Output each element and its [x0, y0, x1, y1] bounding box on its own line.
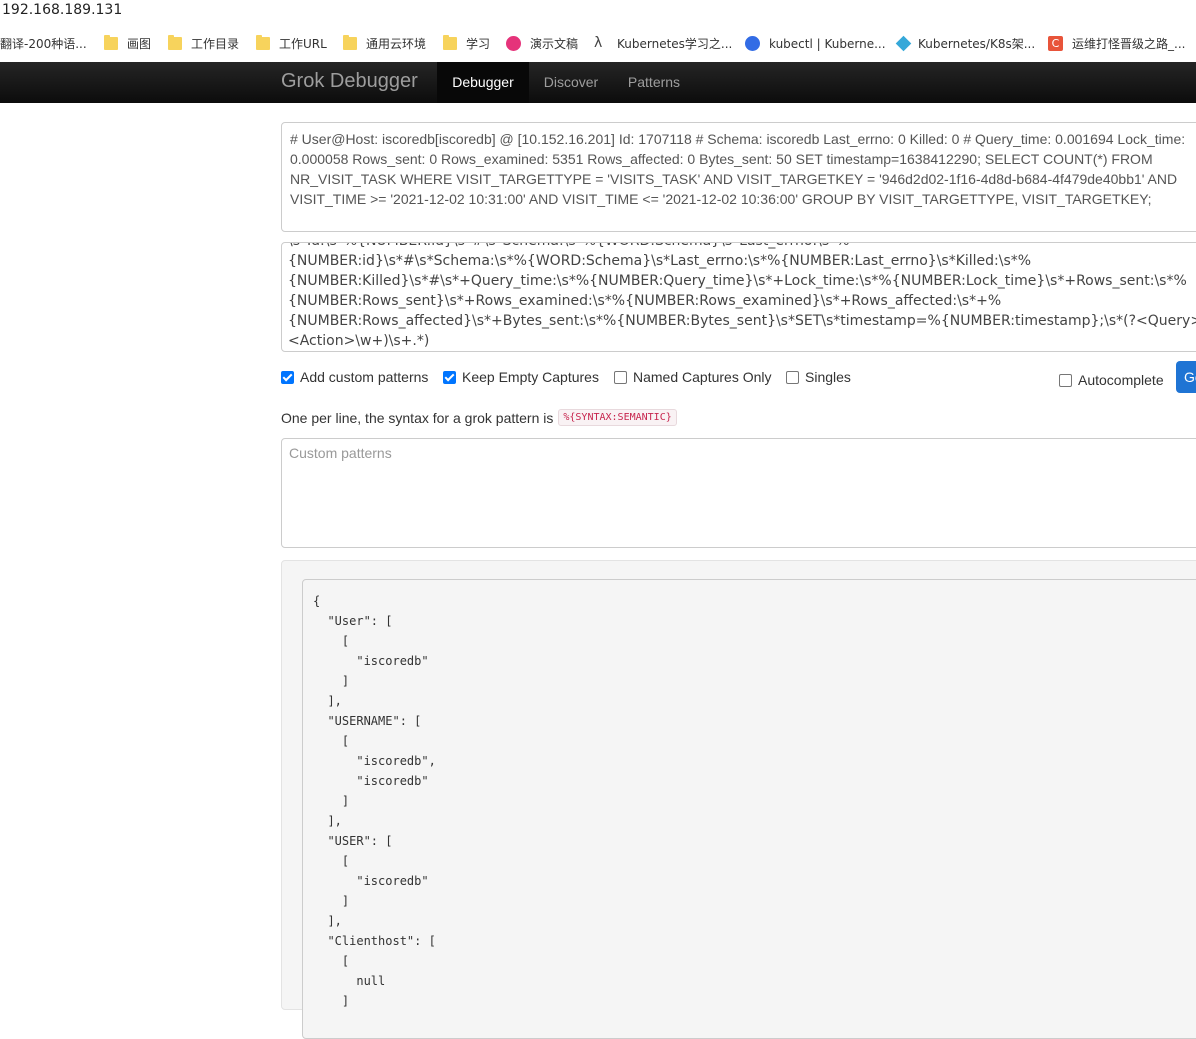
go-button[interactable]: Go — [1176, 361, 1196, 393]
tab-patterns[interactable]: Patterns — [613, 62, 695, 103]
add-custom-patterns-checkbox[interactable] — [281, 370, 294, 384]
brand-title[interactable]: Grok Debugger — [281, 70, 418, 93]
output-json: { "User": [ [ "iscoredb" ] ], "USERNAME"… — [302, 579, 1196, 1039]
keep-empty-captures-checkbox[interactable] — [443, 370, 456, 384]
bookmark-cloud-env[interactable]: 通用云环境 — [343, 25, 426, 62]
slides-icon — [506, 36, 521, 51]
pattern-line: {NUMBER:Rows_sent}\s*+Rows_examined:\s*%… — [288, 293, 1002, 309]
tab-debugger[interactable]: Debugger — [437, 62, 529, 103]
address-bar[interactable]: 192.168.189.131 — [0, 0, 1196, 25]
bookmark-work-url[interactable]: 工作URL — [256, 25, 327, 62]
sample-line: NR_VISIT_TASK WHERE VISIT_TARGETTYPE = '… — [290, 171, 1178, 187]
csdn-icon: C — [1048, 36, 1063, 51]
autocomplete-option[interactable]: Autocomplete — [1059, 372, 1164, 388]
bookmark-k8s-study[interactable]: λ Kubernetes学习之... — [594, 25, 732, 62]
singles-checkbox[interactable] — [786, 370, 799, 384]
address-text: 192.168.189.131 — [2, 2, 123, 18]
folder-icon — [256, 35, 270, 50]
bookmark-drawing[interactable]: 画图 — [104, 25, 151, 62]
pattern-line: {NUMBER:Rows_affected}\s*+Bytes_sent:\s*… — [288, 313, 1196, 329]
bookmark-slides[interactable]: 演示文稿 — [506, 25, 578, 62]
folder-icon — [168, 35, 182, 50]
bookmark-ops[interactable]: C 运维打怪晋级之路_... — [1048, 25, 1185, 62]
folder-icon — [343, 35, 357, 50]
bookmark-work-dir[interactable]: 工作目录 — [168, 25, 239, 62]
pattern-line: {NUMBER:id}\s*#\s*Schema:\s*%{WORD:Schem… — [288, 253, 1032, 269]
named-captures-only-checkbox[interactable] — [614, 370, 627, 384]
folder-icon — [443, 35, 457, 50]
bookmark-k8s-arch[interactable]: Kubernetes/K8s架... — [895, 25, 1035, 62]
autocomplete-checkbox[interactable] — [1059, 373, 1072, 387]
sample-line: VISIT_TIME >= '2021-12-02 10:31:00' AND … — [290, 191, 1152, 207]
lambda-icon: λ — [594, 35, 603, 51]
pattern-line: {NUMBER:Killed}\s*#\s*+Query_time:\s*%{N… — [288, 273, 1187, 289]
keep-empty-captures-option[interactable]: Keep Empty Captures — [443, 369, 599, 385]
navbar: Grok Debugger Debugger Discover Patterns — [0, 62, 1196, 103]
custom-patterns-placeholder: Custom patterns — [289, 445, 392, 461]
pattern-line: <Action>\w+)\s+.*) — [288, 333, 430, 349]
diamond-icon — [895, 35, 912, 52]
output-text: { "User": [ [ "iscoredb" ] ], "USERNAME"… — [313, 594, 436, 1008]
add-custom-patterns-option[interactable]: Add custom patterns — [281, 369, 428, 385]
tab-discover[interactable]: Discover — [529, 62, 613, 103]
singles-option[interactable]: Singles — [786, 369, 851, 385]
sample-line: # User@Host: iscoredb[iscoredb] @ [10.15… — [290, 131, 1186, 147]
custom-patterns-help: One per line, the syntax for a grok patt… — [281, 409, 677, 426]
syntax-code: %{SYNTAX:SEMANTIC} — [558, 409, 677, 426]
bookmark-translate[interactable]: 翻译-200种语... — [0, 25, 87, 62]
sample-line: 0.000058 Rows_sent: 0 Rows_examined: 535… — [290, 151, 1153, 167]
sample-input[interactable]: # User@Host: iscoredb[iscoredb] @ [10.15… — [281, 122, 1196, 232]
bookmark-kubectl[interactable]: kubectl | Kuberne... — [745, 25, 886, 62]
output-panel: { "User": [ [ "iscoredb" ] ], "USERNAME"… — [281, 560, 1196, 1039]
folder-icon — [104, 35, 118, 50]
kubernetes-icon — [745, 36, 760, 51]
bookmarks-bar: 翻译-200种语... 画图 工作目录 工作URL 通用云环境 学习 演示文稿 … — [0, 25, 1196, 63]
pattern-line: \s*Id:\s*%{NUMBER:id}\s*#\s*Schema:\s*%{… — [288, 243, 1188, 251]
pattern-input[interactable]: \s*Id:\s*%{NUMBER:id}\s*#\s*Schema:\s*%{… — [281, 242, 1196, 352]
named-captures-only-option[interactable]: Named Captures Only — [614, 369, 772, 385]
bookmark-study[interactable]: 学习 — [443, 25, 490, 62]
custom-patterns-input[interactable]: Custom patterns — [281, 438, 1196, 548]
